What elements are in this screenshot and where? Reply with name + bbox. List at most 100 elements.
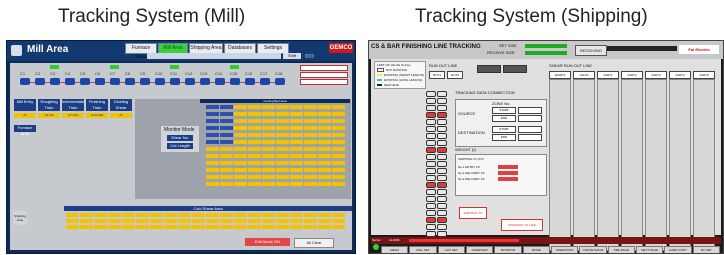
cold-shear-cell[interactable] — [318, 219, 331, 223]
cooling-bed-cell[interactable] — [248, 112, 261, 116]
mill-stand[interactable] — [140, 78, 150, 85]
roll-cell[interactable] — [437, 182, 447, 188]
cold-shear-cell[interactable] — [178, 213, 191, 217]
roll-cell[interactable] — [437, 119, 447, 125]
roll-cell[interactable] — [437, 140, 447, 146]
cooling-bed-cell[interactable] — [262, 168, 275, 172]
cooling-bed-cell[interactable] — [262, 175, 275, 179]
shear-column-header[interactable]: 2SRT3 — [645, 71, 667, 79]
cold-shear-cell[interactable] — [108, 219, 121, 223]
cooling-bed-cell[interactable] — [234, 126, 247, 130]
cooling-bed-cell[interactable] — [234, 182, 247, 186]
mill-stand[interactable] — [230, 78, 240, 85]
cooling-bed-cell[interactable] — [318, 182, 331, 186]
cooling-bed-cell[interactable] — [220, 126, 233, 130]
mill-stand[interactable] — [275, 78, 285, 85]
mill-stand[interactable] — [215, 78, 225, 85]
destination-start[interactable]: START — [492, 126, 516, 133]
cold-shear-cell[interactable] — [66, 225, 79, 229]
receiving-button[interactable]: RECEIVING — [575, 45, 607, 56]
cooling-bed-cell[interactable] — [248, 105, 261, 109]
cooling-bed-cell[interactable] — [304, 182, 317, 186]
cold-shear-cell[interactable] — [248, 219, 261, 223]
cooling-bed-cell[interactable] — [262, 112, 275, 116]
cooling-bed-cell[interactable] — [332, 161, 345, 165]
cooling-bed-cell[interactable] — [248, 161, 261, 165]
cold-shear-cell[interactable] — [94, 225, 107, 229]
cold-shear-cell[interactable] — [136, 219, 149, 223]
cooling-bed-cell[interactable] — [234, 112, 247, 116]
cooling-bed-cell[interactable] — [276, 161, 289, 165]
cooling-bed-cell[interactable] — [234, 119, 247, 123]
shear-column-header[interactable]: 2SRT5 — [693, 71, 715, 79]
edit-mode-button[interactable]: Edit Mode ON — [245, 238, 290, 246]
cold-shear-cell[interactable] — [178, 219, 191, 223]
cooling-bed-cell[interactable] — [304, 126, 317, 130]
mill-stand[interactable] — [95, 78, 105, 85]
cooling-bed-cell[interactable] — [220, 140, 233, 144]
cold-shear-cell[interactable] — [150, 225, 163, 229]
roll-cell[interactable] — [426, 161, 436, 167]
cold-shear-cell[interactable] — [318, 225, 331, 229]
cooling-bed-cell[interactable] — [220, 147, 233, 151]
shear-column-header[interactable]: 1SFS2 — [573, 71, 595, 79]
mill-stand[interactable] — [200, 78, 210, 85]
bottom-function-button[interactable]: MODE — [522, 246, 550, 253]
bottom-function-button[interactable]: HARD COPY — [664, 246, 692, 253]
cooling-bed-cell[interactable] — [220, 168, 233, 172]
roll-cell[interactable] — [426, 98, 436, 104]
cooling-bed-cell[interactable] — [318, 175, 331, 179]
cold-shear-cell[interactable] — [332, 219, 345, 223]
bottom-function-button[interactable]: PRE PAGE — [607, 246, 635, 253]
cooling-bed-cell[interactable] — [220, 133, 233, 137]
cooling-bed-cell[interactable] — [248, 126, 261, 130]
cold-shear-cell[interactable] — [164, 219, 177, 223]
cold-shear-cell[interactable] — [164, 213, 177, 217]
mill-stand[interactable] — [35, 78, 45, 85]
mill-stand[interactable] — [110, 78, 120, 85]
roll-cell[interactable] — [437, 105, 447, 111]
roll-cell[interactable] — [426, 112, 436, 118]
cooling-bed-cell[interactable] — [318, 133, 331, 137]
roll-cell[interactable] — [437, 133, 447, 139]
cooling-bed-cell[interactable] — [262, 154, 275, 158]
source-end[interactable]: END — [492, 115, 516, 122]
roll-cell[interactable] — [437, 217, 447, 223]
cold-shear-cell[interactable] — [192, 225, 205, 229]
roll-cell[interactable] — [426, 133, 436, 139]
cooling-bed-cell[interactable] — [276, 112, 289, 116]
bottom-function-button[interactable]: MILL SET — [409, 246, 437, 253]
roll-cell[interactable] — [426, 210, 436, 216]
roll-cell[interactable] — [437, 147, 447, 153]
cooling-bed-cell[interactable] — [234, 147, 247, 151]
roll-cell[interactable] — [437, 224, 447, 230]
cold-shear-cell[interactable] — [234, 225, 247, 229]
destination-start-value[interactable] — [518, 126, 542, 133]
cooling-bed-cell[interactable] — [220, 105, 233, 109]
mill-stand[interactable] — [185, 78, 195, 85]
cooling-bed-cell[interactable] — [332, 147, 345, 151]
cooling-bed-cell[interactable] — [304, 175, 317, 179]
cooling-bed-cell[interactable] — [262, 133, 275, 137]
cooling-bed-cell[interactable] — [248, 182, 261, 186]
cooling-bed-cell[interactable] — [234, 168, 247, 172]
shipping-area-link[interactable]: Shipping Area — [13, 211, 27, 225]
bottom-function-button[interactable]: CONVEYANCE — [579, 246, 607, 253]
cooling-bed-cell[interactable] — [332, 140, 345, 144]
cooling-bed-cell[interactable] — [206, 168, 219, 172]
cold-shear-cell[interactable] — [220, 225, 233, 229]
cooling-bed-cell[interactable] — [332, 168, 345, 172]
roll-cell[interactable] — [426, 140, 436, 146]
cooling-bed-cell[interactable] — [206, 140, 219, 144]
mill-stand[interactable] — [125, 78, 135, 85]
cold-shear-cell[interactable] — [122, 219, 135, 223]
cold-shear-cell[interactable] — [66, 213, 79, 217]
cooling-bed-cell[interactable] — [304, 112, 317, 116]
shear-column-header[interactable]: 2SRT2 — [621, 71, 643, 79]
cold-shear-cell[interactable] — [136, 225, 149, 229]
cooling-bed-cell[interactable] — [318, 126, 331, 130]
roll-cell[interactable] — [437, 203, 447, 209]
cold-shear-cell[interactable] — [66, 219, 79, 223]
cold-shear-cell[interactable] — [262, 225, 275, 229]
bottom-function-button[interactable]: MONITOR — [494, 246, 522, 253]
